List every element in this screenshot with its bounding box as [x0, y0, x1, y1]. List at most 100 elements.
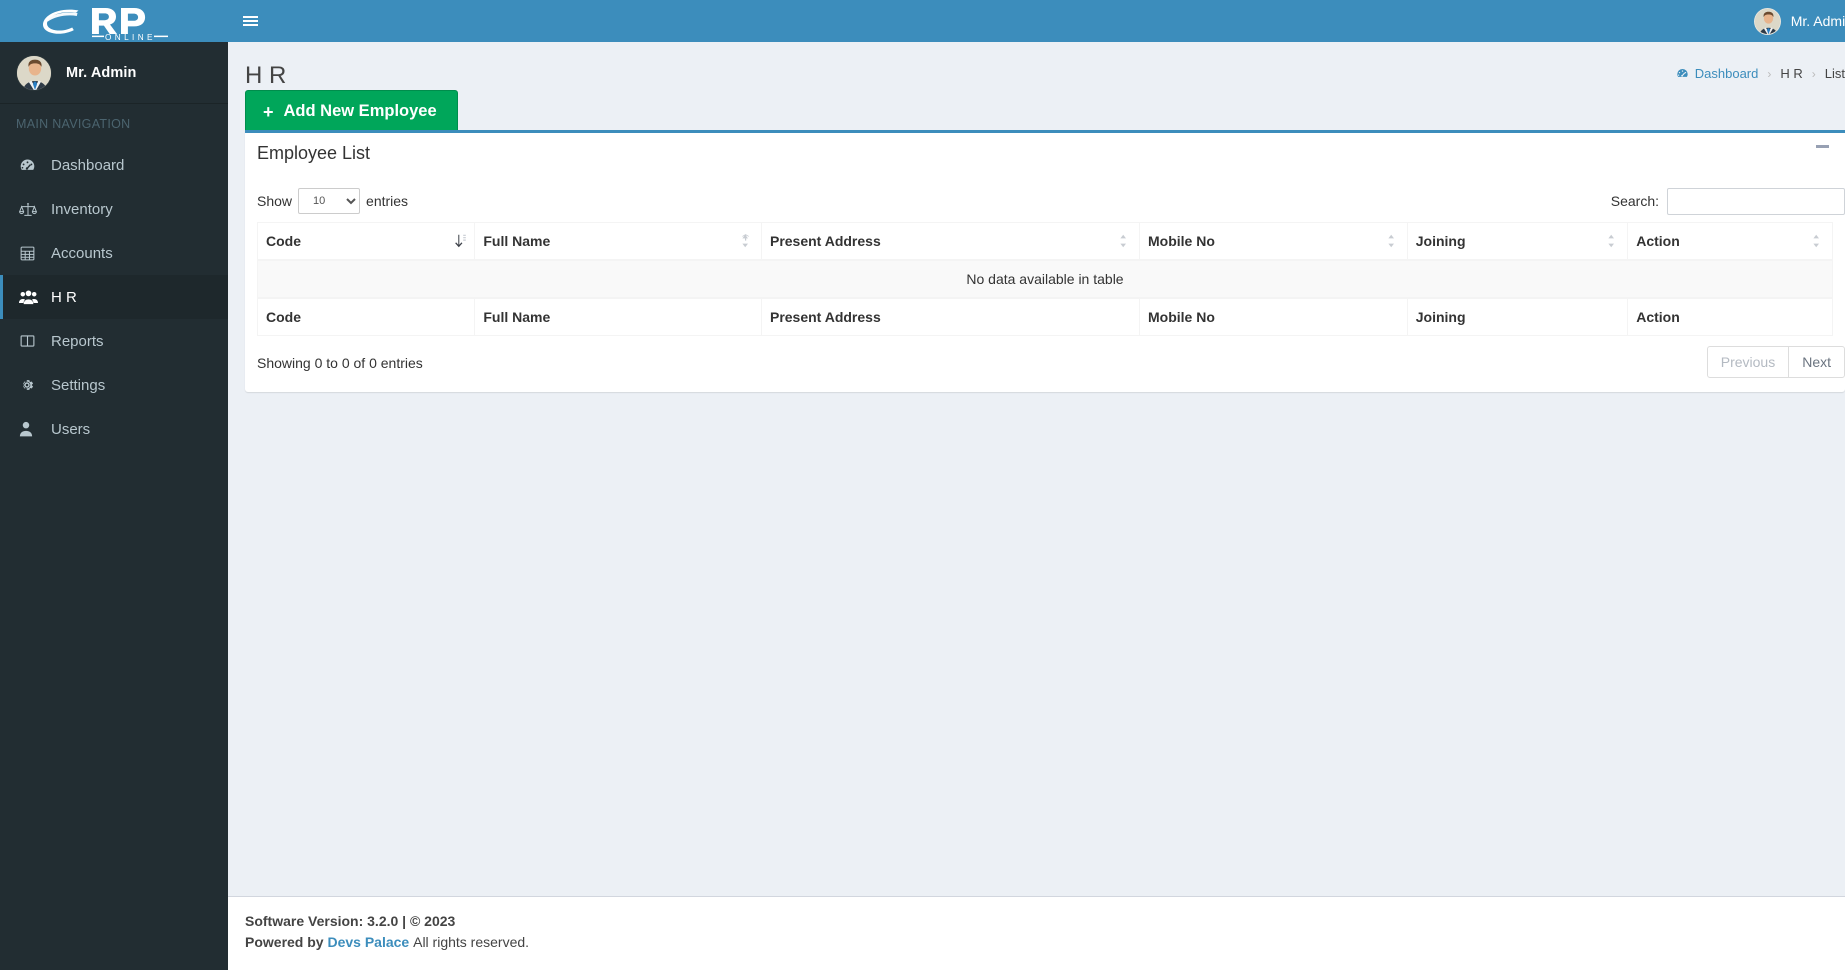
column-header-joining[interactable]: Joining — [1406, 221, 1629, 261]
erp-admin-page: ONLINE Mr. Admin MAIN NAVIGATION Dashboa… — [0, 0, 1845, 970]
sidebar-item-label: Users — [51, 420, 91, 438]
column-header-code[interactable]: Code — [256, 221, 476, 261]
sidebar-item-label: Accounts — [51, 244, 113, 262]
table-empty-row: No data available in table — [257, 259, 1833, 299]
breadcrumb-item-hr[interactable]: H R — [1780, 66, 1802, 81]
sort-none-icon — [1388, 233, 1399, 248]
sidebar-item-label: Settings — [51, 376, 106, 394]
column-label: Action — [1636, 232, 1680, 249]
column-label: Joining — [1415, 232, 1466, 249]
sidebar-item-users[interactable]: Users — [0, 407, 228, 451]
table-footer: Code Full Name Present Address Mobile No… — [256, 296, 1833, 336]
sidebar-item-inventory[interactable]: Inventory — [0, 187, 228, 231]
sidebar-item-reports[interactable]: Reports — [0, 319, 228, 363]
sort-asc-icon — [455, 233, 467, 248]
datatable-search: Search: — [1611, 187, 1845, 215]
pagination-previous-button[interactable]: Previous — [1706, 345, 1790, 378]
column-header-action[interactable]: Action — [1627, 221, 1833, 261]
datatable-footer: Showing 0 to 0 of 0 entries Previous Nex… — [257, 336, 1845, 380]
sort-none-icon — [1120, 233, 1131, 248]
breadcrumb-item-dashboard[interactable]: Dashboard — [1676, 66, 1759, 81]
footer-powered-link[interactable]: Devs Palace — [327, 934, 409, 950]
page-title: H R — [245, 62, 287, 89]
table-header-row: Code Full Name Present Address Mobile No… — [256, 221, 1833, 261]
breadcrumb-separator: › — [1811, 66, 1816, 81]
sidebar-item-dashboard[interactable]: Dashboard — [0, 143, 228, 187]
app-logo[interactable]: ONLINE — [0, 0, 228, 42]
logo-subtext: ONLINE — [105, 33, 156, 41]
entries-label: entries — [366, 192, 409, 209]
entries-per-page-select[interactable]: 10 25 50 100 — [298, 187, 361, 214]
footer-rights: All rights reserved. — [413, 934, 530, 951]
balance-scale-icon — [19, 201, 41, 218]
column-header-mobile-no[interactable]: Mobile No — [1138, 221, 1408, 261]
datatable-controls: Show 10 25 50 100 entries Search: — [257, 186, 1845, 222]
column-header-present-address[interactable]: Present Address — [760, 221, 1140, 261]
sidebar: ONLINE Mr. Admin MAIN NAVIGATION Dashboa… — [0, 0, 228, 970]
add-new-employee-label: Add New Employee — [283, 102, 437, 120]
column-label: Mobile No — [1147, 232, 1215, 249]
columns-icon — [19, 333, 41, 349]
panel-title: Employee List — [257, 143, 371, 163]
user-avatar-icon — [17, 55, 51, 90]
table-body: No data available in table — [257, 259, 1833, 299]
sidebar-nav-header: MAIN NAVIGATION — [0, 104, 228, 143]
sort-none-icon — [741, 233, 753, 248]
footer-column-code: Code — [256, 296, 476, 336]
employee-list-panel: Employee List Show 10 25 50 10 — [245, 130, 1845, 392]
breadcrumb-label: List — [1824, 66, 1845, 81]
table-footer-row: Code Full Name Present Address Mobile No… — [256, 296, 1833, 336]
sidebar-item-label: H R — [51, 288, 77, 306]
panel-header: Employee List — [245, 133, 1845, 176]
footer-column-mobile-no: Mobile No — [1138, 296, 1408, 336]
sidebar-user-panel[interactable]: Mr. Admin — [0, 42, 228, 104]
show-label: Show — [257, 192, 293, 209]
sidebar-item-label: Reports — [51, 332, 104, 350]
sidebar-username: Mr. Admin — [66, 64, 137, 81]
pagination: Previous Next — [1706, 345, 1845, 378]
empty-message: No data available in table — [257, 259, 1833, 299]
employee-table: Code Full Name Present Address Mobile No… — [256, 221, 1833, 336]
breadcrumb-label: Dashboard — [1694, 66, 1759, 81]
dashboard-icon — [19, 157, 41, 174]
entries-length-control: Show 10 25 50 100 entries — [257, 187, 409, 214]
breadcrumb-item-list: List — [1825, 66, 1845, 81]
hamburger-icon[interactable] — [228, 0, 272, 42]
breadcrumb: Dashboard › H R › List — [1676, 66, 1845, 81]
column-label: Present Address — [769, 232, 881, 249]
sidebar-item-label: Inventory — [51, 200, 113, 218]
content-header: H R Dashboard › H R › List + Add New Emp… — [228, 42, 1845, 133]
top-navbar: Mr. Admin — [228, 0, 1845, 42]
sort-none-icon — [1608, 233, 1619, 248]
column-header-full-name[interactable]: Full Name — [474, 221, 762, 261]
user-icon — [19, 421, 41, 437]
search-input[interactable] — [1667, 187, 1845, 215]
page-footer: Software Version: 3.2.0 | © 2023 Powered… — [228, 895, 1845, 970]
table-header: Code Full Name Present Address Mobile No… — [256, 221, 1833, 261]
minus-icon — [1816, 145, 1829, 148]
navbar-username: Mr. Admin — [1790, 13, 1845, 29]
footer-credit: Powered by Devs Palace All rights reserv… — [245, 932, 1828, 954]
navbar-user-menu[interactable]: Mr. Admin — [1753, 0, 1845, 42]
pagination-next-button[interactable]: Next — [1788, 345, 1845, 378]
dashboard-icon — [1676, 67, 1689, 80]
sidebar-item-settings[interactable]: Settings — [0, 363, 228, 407]
datatable-info: Showing 0 to 0 of 0 entries — [257, 354, 423, 371]
avatar — [16, 54, 52, 91]
sidebar-nav-list: Dashboard Inventory Accounts H R Reports… — [0, 143, 228, 451]
sidebar-item-label: Dashboard — [51, 156, 125, 174]
erp-online-logo-icon: ONLINE — [43, 8, 168, 41]
footer-powered-prefix: Powered by — [245, 934, 324, 951]
column-label: Code — [266, 232, 301, 249]
add-new-employee-button[interactable]: + Add New Employee — [245, 90, 458, 133]
collapse-panel-button[interactable] — [1808, 139, 1837, 154]
sort-none-icon — [1813, 233, 1824, 248]
footer-column-present-address: Present Address — [760, 296, 1140, 336]
footer-column-action: Action — [1627, 296, 1833, 336]
sidebar-item-accounts[interactable]: Accounts — [0, 231, 228, 275]
footer-column-joining: Joining — [1406, 296, 1629, 336]
plus-icon: + — [263, 101, 274, 122]
sidebar-item-hr[interactable]: H R — [0, 275, 228, 319]
navbar-avatar — [1753, 7, 1781, 35]
breadcrumb-label: H R — [1780, 66, 1803, 81]
